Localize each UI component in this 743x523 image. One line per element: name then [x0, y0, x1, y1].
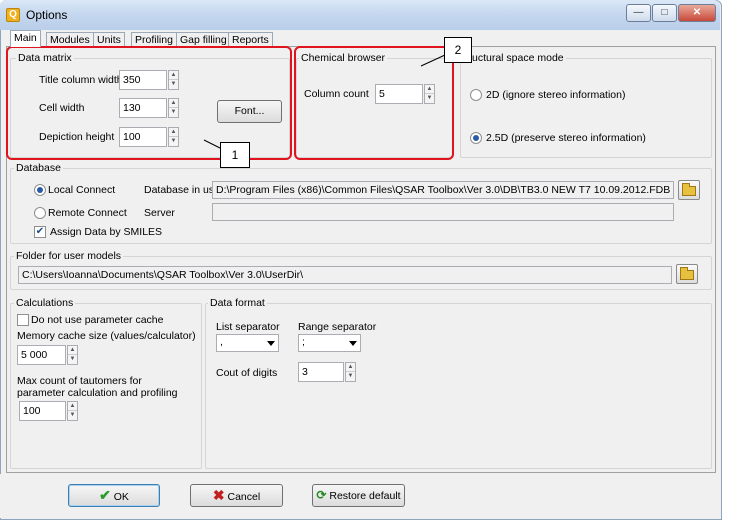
tab-main[interactable]: Main [10, 30, 41, 47]
callout-1: 1 [220, 142, 250, 168]
callout-2: 2 [444, 37, 472, 63]
callout-lines [203, 54, 446, 149]
